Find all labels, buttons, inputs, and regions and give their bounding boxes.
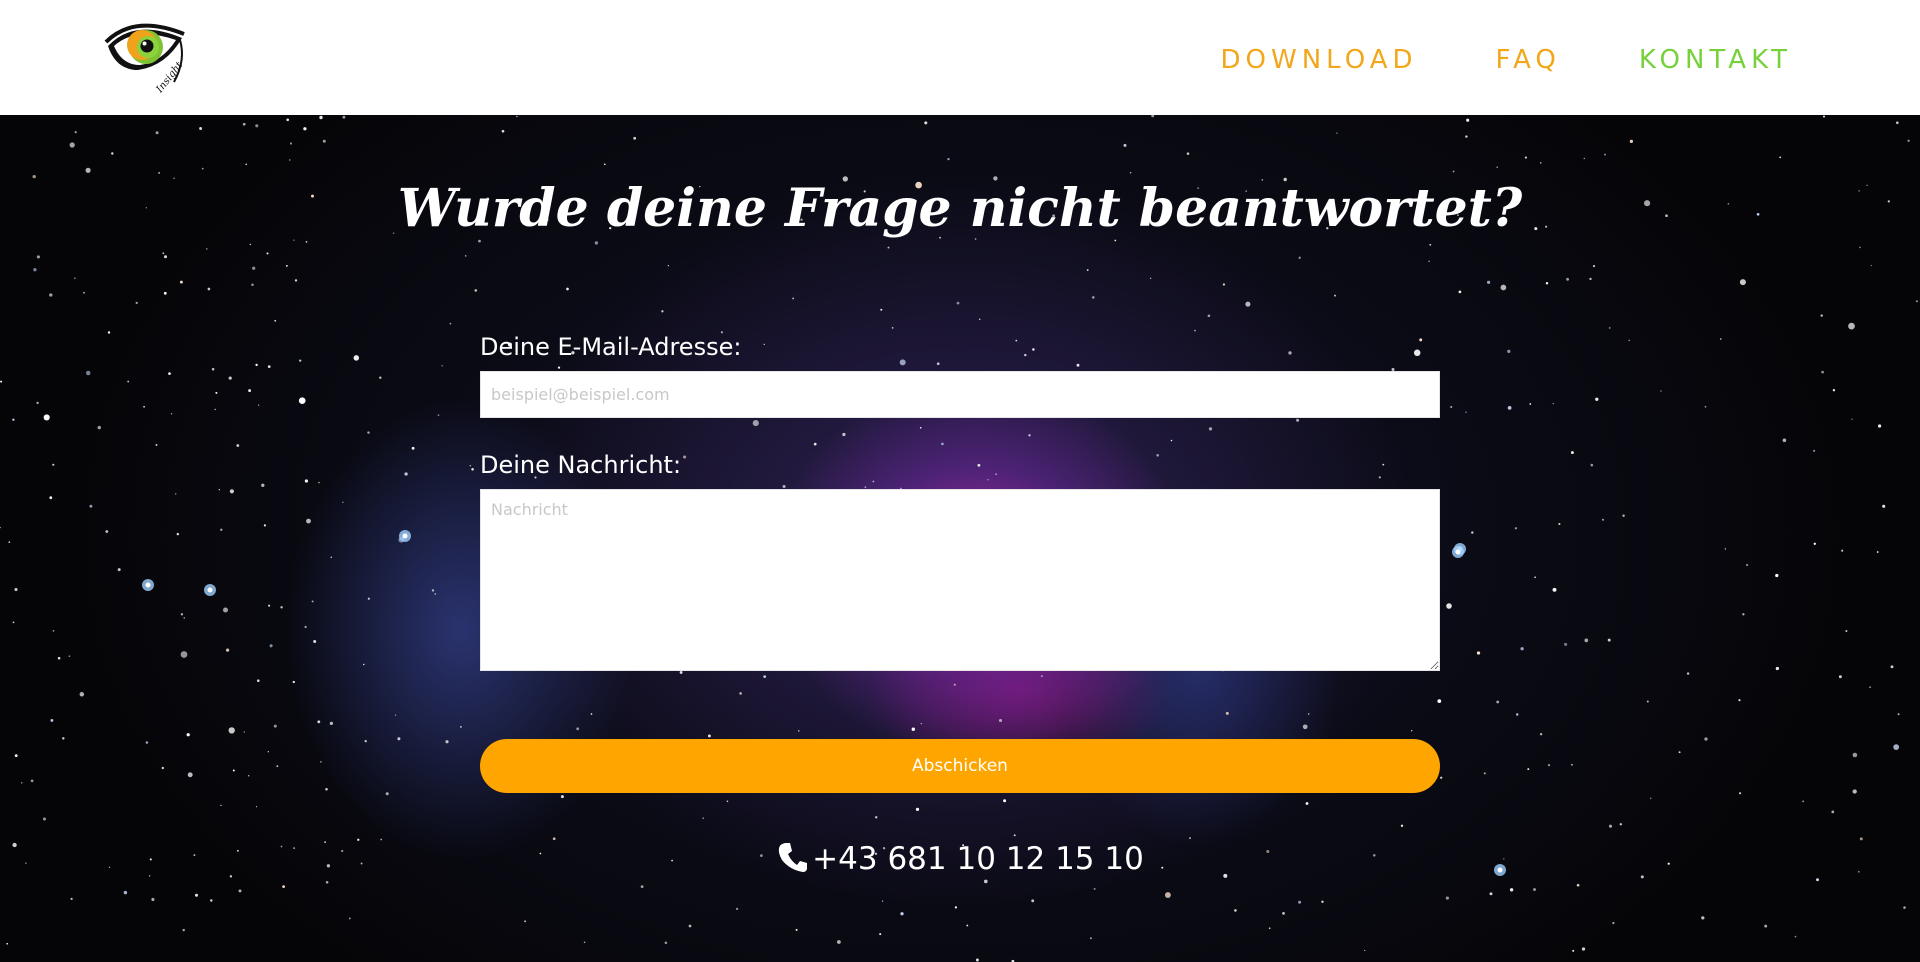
site-header: Insight DOWNLOAD FAQ KONTAKT (0, 0, 1920, 115)
page-title: Wurde deine Frage nicht beantwortet? (397, 178, 1523, 239)
message-field[interactable] (480, 489, 1440, 671)
nav-faq[interactable]: FAQ (1496, 45, 1561, 75)
email-field[interactable] (480, 371, 1440, 418)
eye-logo-icon (104, 23, 185, 83)
phone-contact: +43 681 10 12 15 10 (0, 840, 1920, 877)
message-label: Deine Nachricht: (480, 451, 682, 479)
insight-logo[interactable]: Insight (104, 20, 192, 96)
main-nav: DOWNLOAD FAQ KONTAKT (1221, 45, 1793, 75)
nav-kontakt[interactable]: KONTAKT (1639, 45, 1792, 75)
nav-download[interactable]: DOWNLOAD (1221, 45, 1418, 75)
submit-button[interactable]: Abschicken (480, 739, 1440, 793)
email-label: Deine E-Mail-Adresse: (480, 333, 742, 361)
phone-number[interactable]: +43 681 10 12 15 10 (812, 841, 1144, 877)
phone-icon (776, 840, 810, 874)
